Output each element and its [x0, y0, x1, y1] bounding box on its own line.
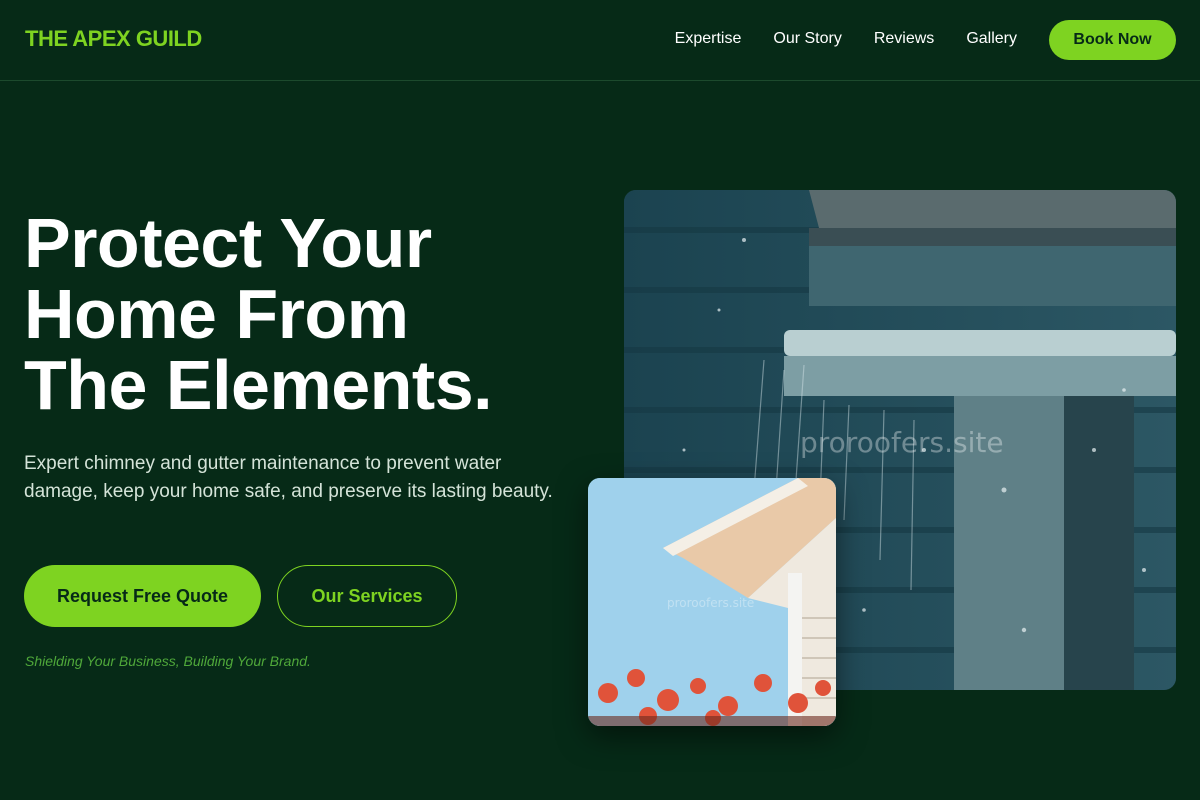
nav-links: Expertise Our Story Reviews Gallery — [675, 30, 1017, 48]
roof-eave-photo: proroofers.site — [588, 478, 836, 726]
hero-subtitle: Expert chimney and gutter maintenance to… — [24, 453, 553, 502]
large-photo-watermark: proroofers.site — [800, 426, 1004, 459]
nav-link-expertise[interactable]: Expertise — [675, 30, 742, 48]
nav-link-gallery[interactable]: Gallery — [966, 30, 1017, 48]
hero-title: Protect Your Home From The Elements. — [24, 208, 584, 421]
book-now-button[interactable]: Book Now — [1049, 20, 1176, 60]
nav-link-reviews[interactable]: Reviews — [874, 30, 934, 48]
top-navbar: THE APEX GUILD Expertise Our Story Revie… — [0, 0, 1200, 81]
nav-link-our-story[interactable]: Our Story — [773, 30, 841, 48]
our-services-button[interactable]: Our Services — [277, 565, 457, 627]
site-logo[interactable]: THE APEX GUILD — [25, 26, 202, 52]
hero-title-line-2: Home From — [24, 275, 409, 353]
hero-title-line-1: Protect Your — [24, 204, 432, 282]
hero-title-line-3: The Elements. — [24, 346, 493, 424]
request-quote-button[interactable]: Request Free Quote — [24, 565, 261, 627]
hero-tagline: Shielding Your Business, Building Your B… — [25, 653, 311, 669]
small-photo-watermark: proroofers.site — [667, 596, 755, 610]
